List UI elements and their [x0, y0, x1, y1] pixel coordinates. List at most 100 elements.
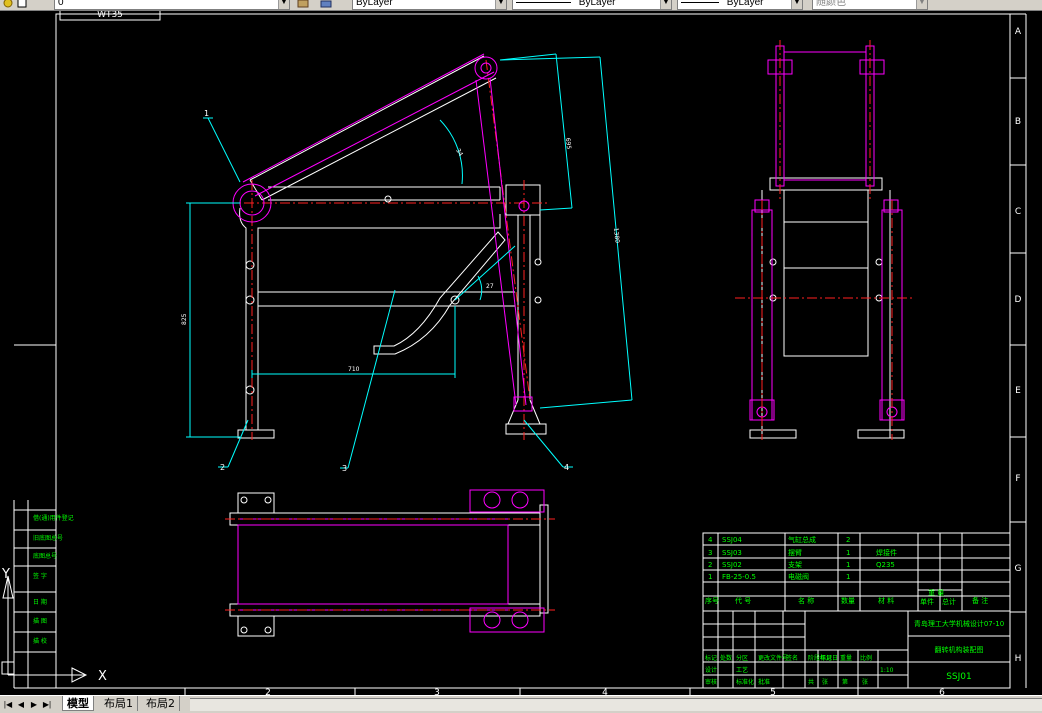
bom-code: SSJ03: [722, 549, 742, 557]
bom-header: 材 料: [878, 596, 894, 605]
bom-qty: 1: [846, 573, 850, 581]
cad-drawing: WT35 A B C D E F G H 2 3 4 5 6 借(通)用件登记 …: [1, 11, 1027, 695]
zone-letter: A: [1015, 27, 1022, 37]
prev-tab-icon[interactable]: ◀: [15, 698, 27, 711]
tb-label: 工艺: [736, 666, 748, 674]
chevron-down-icon[interactable]: ▼: [916, 0, 927, 9]
tb-label: 比例: [860, 654, 872, 662]
layer-previous-icon[interactable]: [320, 0, 333, 9]
dim-angle-b: 27: [486, 283, 494, 290]
side-view: [735, 40, 912, 440]
make-current-layer-icon[interactable]: [297, 0, 310, 9]
color-select[interactable]: ByLayer ▼: [352, 0, 507, 10]
bom-header: 序号: [705, 596, 719, 605]
bom-material: Q235: [876, 561, 895, 569]
tb-label: 重量: [840, 654, 852, 662]
bom-header: 备 注: [972, 596, 988, 605]
bom-qty: 2: [846, 536, 850, 544]
strip-label: 描 校: [33, 637, 47, 645]
chevron-down-icon[interactable]: ▼: [495, 0, 506, 9]
dim-arm-long: 1380: [612, 227, 621, 243]
tb-label: 签名: [786, 654, 798, 662]
zone-letter: G: [1015, 564, 1022, 574]
tb-label: 设计: [705, 666, 717, 674]
tb-label: 共: [808, 678, 814, 686]
bom-table: 4 SSJ04 气缸总成 2 3 SSJ03 摆臂 1 焊接件 2 SSJ02 …: [702, 532, 1011, 612]
tb-label: 标准化: [736, 678, 754, 686]
ucs-labels: X Y: [1, 567, 107, 684]
top-label: WT35: [97, 11, 123, 20]
bom-header: 数量: [841, 596, 855, 605]
tb-label: 处数: [720, 654, 732, 662]
callout-1: 1: [204, 109, 209, 118]
zone-numbers: 2 3 4 5 6: [265, 688, 945, 695]
left-strip-labels: 借(通)用件登记 旧底图总号 底图总号 签 字 日 期 描 图 描 校: [33, 514, 74, 645]
zone-letter: F: [1015, 474, 1020, 484]
layer-lock-icon[interactable]: [2, 0, 15, 9]
tb-label: 第: [842, 678, 848, 686]
bom-code: SSJ02: [722, 561, 742, 569]
bom-header-weight: 重 量: [928, 589, 944, 597]
strip-label: 借(通)用件登记: [33, 514, 74, 522]
autocad-window: 0 ▼ ByLayer ▼ ByLayer ▼ ByLayer ▼ 随颜色 ▼: [0, 0, 1042, 713]
bom-no: 3: [708, 549, 712, 557]
bom-header: 总计: [942, 597, 956, 606]
next-tab-icon[interactable]: ▶: [28, 698, 40, 711]
zone-letter: C: [1015, 207, 1021, 217]
tab-model[interactable]: 模型: [62, 696, 94, 711]
zone-number: 4: [602, 688, 608, 695]
bom-no: 1: [708, 573, 712, 581]
zone-number: 2: [265, 688, 271, 695]
dim-arm-short: 695: [564, 137, 572, 149]
color-value: ByLayer: [356, 0, 393, 8]
bom-name: 支架: [788, 560, 802, 569]
last-tab-icon[interactable]: ▶|: [41, 698, 53, 711]
zone-letter: E: [1015, 386, 1021, 396]
zone-letter: H: [1015, 654, 1022, 664]
top-view: [225, 489, 555, 637]
tb-label: 标记: [705, 654, 717, 662]
linetype-value: ByLayer: [578, 0, 616, 8]
chevron-down-icon[interactable]: ▼: [791, 0, 802, 9]
properties-toolbar: 0 ▼ ByLayer ▼ ByLayer ▼ ByLayer ▼ 随颜色 ▼: [0, 0, 1042, 11]
bom-no: 4: [708, 536, 713, 544]
tb-scale: 1:10: [880, 667, 894, 674]
dim-frame-width: 710: [348, 366, 360, 373]
strip-label: 签 字: [33, 572, 47, 580]
layer-value: 0: [58, 0, 64, 8]
tb-label: 分区: [736, 654, 748, 662]
linetype-preview: [516, 1, 571, 3]
bom-header: 名 称: [798, 596, 814, 605]
title-block: 标记 处数 分区 更改文件号 签名 年月日 设计 审核 工艺 标准化 批准 阶段…: [702, 610, 1011, 689]
zone-letter: D: [1015, 295, 1022, 305]
tab-layout2[interactable]: 布局2: [142, 696, 180, 711]
bom-name: 摆臂: [788, 548, 802, 557]
zone-letter: B: [1015, 117, 1021, 127]
bom-name: 电磁阀: [788, 572, 809, 581]
top-label-box: WT35: [59, 11, 161, 21]
tb-label: 批准: [758, 678, 770, 686]
strip-label: 底图总号: [33, 552, 57, 560]
lineweight-value: ByLayer: [726, 0, 764, 8]
bom-code: FB-25-0.5: [722, 573, 756, 581]
tb-label: 更改文件号: [758, 654, 788, 662]
model-space-canvas[interactable]: WT35 A B C D E F G H 2 3 4 5 6 借(通)用件登记 …: [0, 11, 1042, 695]
plotstyle-select[interactable]: 随颜色 ▼: [812, 0, 928, 10]
plotstyle-value: 随颜色: [816, 0, 846, 8]
tab-layout1[interactable]: 布局1: [100, 696, 138, 711]
tb-school: 青岛理工大学机械设计07-10: [914, 619, 1004, 628]
ucs-x-label: X: [98, 669, 107, 684]
layer-color-icon[interactable]: [16, 0, 29, 9]
callout-2: 2: [220, 463, 225, 472]
tb-label: 张: [862, 678, 868, 686]
horizontal-scrollbar[interactable]: [190, 698, 1042, 711]
layer-select[interactable]: 0 ▼: [54, 0, 290, 10]
zone-number: 3: [434, 688, 440, 695]
bom-name: 气缸总成: [788, 535, 816, 544]
lineweight-select[interactable]: ByLayer ▼: [677, 0, 803, 10]
linetype-select[interactable]: ByLayer ▼: [512, 0, 672, 10]
first-tab-icon[interactable]: |◀: [2, 698, 14, 711]
chevron-down-icon[interactable]: ▼: [660, 0, 671, 9]
chevron-down-icon[interactable]: ▼: [278, 0, 289, 9]
tb-drawing-code: SSJ01: [946, 672, 972, 682]
